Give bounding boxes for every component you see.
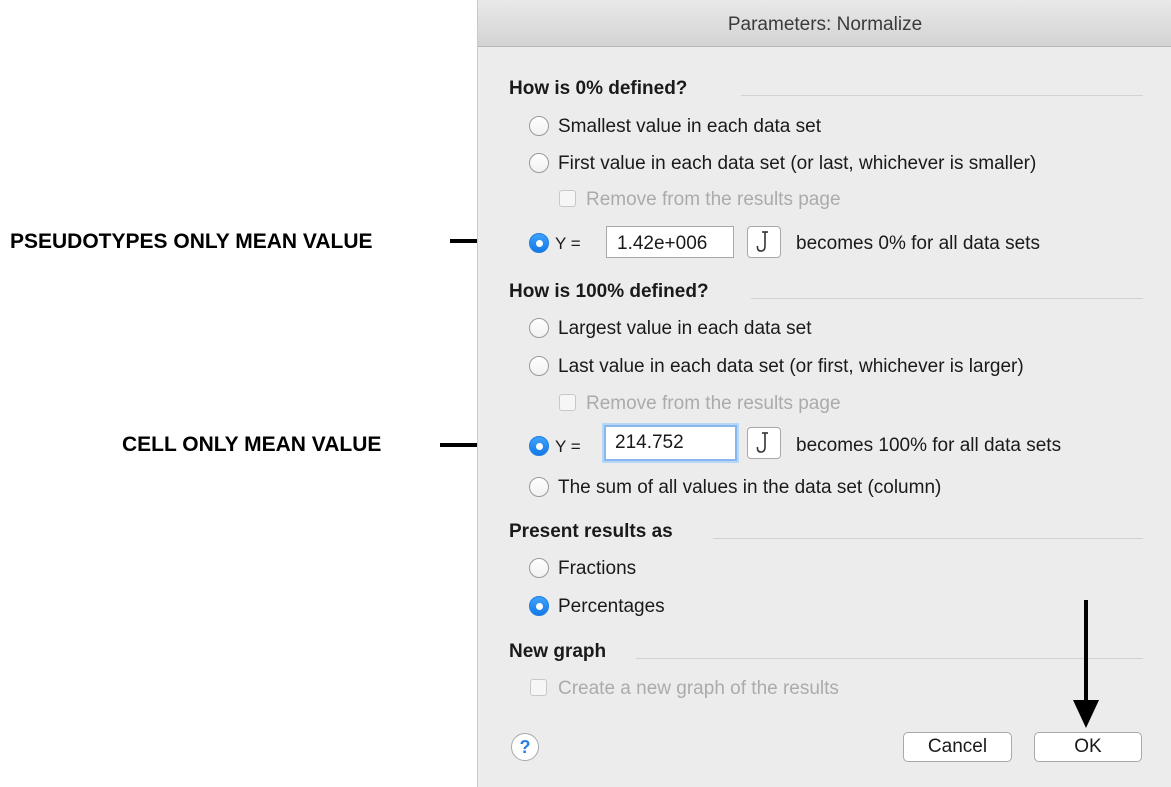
hundred-section-divider: [751, 298, 1143, 299]
help-button[interactable]: ?: [511, 733, 539, 761]
radio-first-value[interactable]: [529, 153, 549, 173]
zero-y-value-input[interactable]: 1.42e+006: [606, 226, 734, 258]
graph-section-divider: [636, 658, 1143, 659]
annotation-cell-label: CELL ONLY MEAN VALUE: [122, 433, 382, 456]
hundred-remove-checkbox-label: Remove from the results page: [586, 393, 841, 414]
option-fractions-label: Fractions: [558, 558, 637, 579]
cancel-button[interactable]: Cancel: [903, 732, 1012, 762]
radio-largest-value[interactable]: [529, 318, 549, 338]
hundred-section-title: How is 100% defined?: [509, 281, 709, 302]
ok-button[interactable]: OK: [1034, 732, 1142, 762]
present-section-title: Present results as: [509, 521, 673, 542]
annotation-pseudotypes-label: PSEUDOTYPES ONLY MEAN VALUE: [10, 230, 373, 253]
hundred-hook-button[interactable]: [747, 427, 781, 459]
hundred-suffix-label: becomes 100% for all data sets: [796, 435, 1062, 456]
option-smallest-value-label: Smallest value in each data set: [558, 116, 821, 137]
dialog-title: Parameters: Normalize: [727, 14, 923, 35]
hundred-remove-checkbox[interactable]: [559, 394, 576, 411]
hundred-y-label: Y =: [555, 437, 581, 456]
zero-suffix-label: becomes 0% for all data sets: [796, 233, 1040, 254]
arrow-to-ok-icon: [1073, 600, 1099, 728]
create-graph-checkbox[interactable]: [530, 679, 547, 696]
zero-section-title: How is 0% defined?: [509, 78, 688, 99]
hook-icon: [756, 231, 768, 252]
normalize-dialog: Parameters: Normalize How is 0% defined?…: [477, 0, 1171, 787]
option-last-value-label: Last value in each data set (or first, w…: [558, 356, 1024, 377]
zero-section-divider: [741, 95, 1143, 96]
create-graph-checkbox-label: Create a new graph of the results: [558, 678, 839, 699]
radio-sum-of-values[interactable]: [529, 477, 549, 497]
dialog-titlebar: Parameters: Normalize: [478, 0, 1171, 47]
radio-zero-y-value[interactable]: [529, 233, 549, 253]
zero-remove-checkbox-label: Remove from the results page: [586, 189, 841, 210]
radio-fractions[interactable]: [529, 558, 549, 578]
zero-hook-button[interactable]: [747, 226, 781, 258]
option-largest-value-label: Largest value in each data set: [558, 318, 812, 339]
hook-icon: [756, 432, 768, 453]
option-sum-of-values-label: The sum of all values in the data set (c…: [558, 477, 942, 498]
option-percentages-label: Percentages: [558, 596, 665, 617]
zero-y-label: Y =: [555, 234, 581, 253]
radio-percentages[interactable]: [529, 596, 549, 616]
present-section-divider: [713, 538, 1143, 539]
graph-section-title: New graph: [509, 641, 607, 662]
hundred-y-value-input[interactable]: 214.752: [604, 425, 737, 461]
zero-remove-checkbox[interactable]: [559, 190, 576, 207]
radio-last-value[interactable]: [529, 356, 549, 376]
radio-hundred-y-value[interactable]: [529, 436, 549, 456]
option-first-value-label: First value in each data set (or last, w…: [558, 153, 1037, 174]
radio-smallest-value[interactable]: [529, 116, 549, 136]
